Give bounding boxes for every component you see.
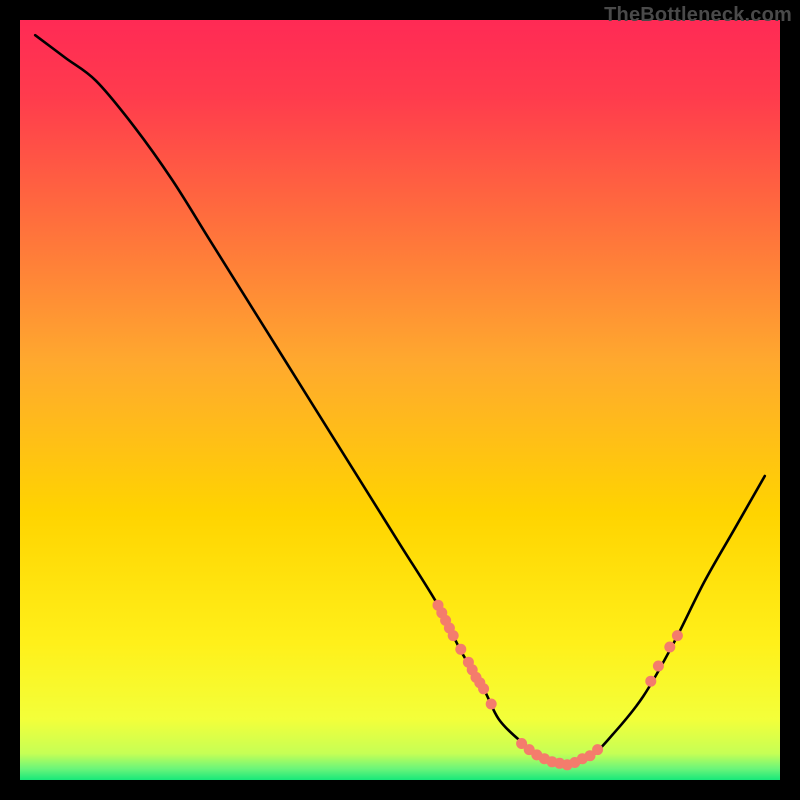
marker-cluster-right-ascent bbox=[664, 642, 675, 653]
marker-cluster-right-ascent bbox=[645, 676, 656, 687]
marker-cluster-mid-descent bbox=[478, 683, 489, 694]
marker-cluster-left-descent bbox=[455, 644, 466, 655]
marker-cluster-right-ascent bbox=[653, 661, 664, 672]
gradient-background bbox=[20, 20, 780, 780]
plot-svg bbox=[20, 20, 780, 780]
marker-cluster-right-ascent bbox=[672, 630, 683, 641]
plot-area bbox=[20, 20, 780, 780]
marker-cluster-left-descent bbox=[448, 630, 459, 641]
watermark-label: TheBottleneck.com bbox=[604, 4, 792, 27]
marker-cluster-mid-descent bbox=[486, 699, 497, 710]
marker-cluster-valley bbox=[592, 744, 603, 755]
chart-frame: TheBottleneck.com bbox=[0, 0, 800, 800]
